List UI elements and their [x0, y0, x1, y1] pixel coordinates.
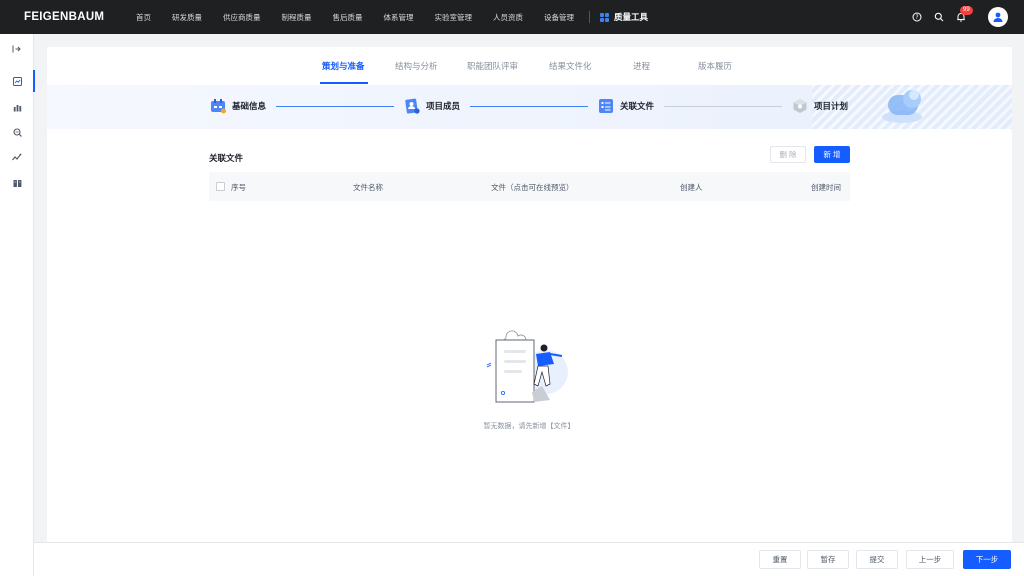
section-title-related-files: 关联文件 [209, 153, 244, 163]
files-table-header: 序号 文件名称 文件（点击可在线预览） 创建人 创建时间 [209, 172, 850, 201]
step-label-basic-info: 基础信息 [232, 101, 267, 111]
tab-structure-analysis[interactable]: 结构与分析 [395, 60, 438, 72]
nav-item-home[interactable]: 首页 [136, 12, 151, 23]
tab-planning-preparation[interactable]: 策划与准备 [322, 60, 365, 72]
step-progress-bar: 基础信息 项目成员 关联文件 项目计划 [47, 85, 1012, 129]
nav-item-rd-quality[interactable]: 研发质量 [172, 12, 202, 23]
column-header-created-time: 创建时间 [811, 183, 841, 192]
tab-team-review[interactable]: 职能团队评审 [467, 60, 518, 72]
sidebar-item-documents[interactable] [0, 172, 34, 194]
column-header-index: 序号 [231, 183, 246, 192]
app-logo[interactable]: FEIGENBAUM [24, 11, 136, 23]
nav-item-system-management[interactable]: 体系管理 [384, 12, 414, 23]
project-members-icon [405, 98, 420, 114]
nav-divider [589, 11, 590, 23]
tab-result-documentation[interactable]: 结果文件化 [549, 60, 592, 72]
main-nav: 首页 研发质量 供应商质量 制程质量 售后质量 体系管理 实验室管理 人员资质 … [136, 0, 648, 34]
nav-item-supplier-quality[interactable]: 供应商质量 [223, 12, 261, 23]
previous-step-button[interactable]: 上一步 [906, 550, 954, 569]
user-avatar[interactable] [988, 7, 1008, 27]
sidebar-item-trend[interactable] [0, 146, 34, 168]
step-project-plan[interactable]: 项目计划 [792, 98, 848, 114]
step-connector-1 [276, 106, 394, 107]
nav-item-quality-tools[interactable]: 质量工具 [600, 11, 648, 23]
nav-item-personnel-qualification[interactable]: 人员资质 [493, 12, 523, 23]
tab-bar: 策划与准备 结构与分析 职能团队评审 结果文件化 进程 版本履历 [47, 47, 1012, 85]
column-header-file-name: 文件名称 [353, 183, 383, 192]
sidebar-item-analysis[interactable] [0, 121, 34, 143]
step-basic-info[interactable]: 基础信息 [210, 98, 266, 114]
delete-button[interactable]: 删 除 [770, 146, 806, 163]
tab-progress[interactable]: 进程 [633, 60, 650, 72]
reset-button[interactable]: 重置 [759, 550, 801, 569]
grid-icon [600, 12, 609, 22]
nav-item-aftersales-quality[interactable]: 售后质量 [333, 12, 363, 23]
sidebar-item-chart[interactable] [0, 70, 35, 92]
step-related-files[interactable]: 关联文件 [598, 98, 654, 114]
step-label-project-plan: 项目计划 [814, 101, 849, 111]
top-navbar: FEIGENBAUM 首页 研发质量 供应商质量 制程质量 售后质量 体系管理 … [0, 0, 1024, 34]
step-label-project-members: 项目成员 [426, 101, 461, 111]
nav-item-process-quality[interactable]: 制程质量 [282, 12, 312, 23]
step-connector-3 [664, 106, 782, 107]
tab-version-history[interactable]: 版本履历 [698, 60, 732, 72]
basic-info-icon [211, 99, 226, 114]
bell-icon[interactable]: 99 [955, 5, 973, 23]
column-header-file-preview: 文件（点击可在线预览） [491, 183, 574, 192]
nav-item-equipment-management[interactable]: 设备管理 [544, 12, 574, 23]
save-draft-button[interactable]: 暂存 [807, 550, 849, 569]
active-tab-indicator [320, 82, 368, 84]
header-decoration-icon [882, 90, 922, 123]
nav-item-quality-tools-label: 质量工具 [614, 12, 649, 22]
step-connector-2 [470, 106, 588, 107]
add-file-button[interactable]: 新 增 [814, 146, 850, 163]
sidebar-collapse-toggle[interactable] [0, 38, 34, 60]
help-icon[interactable]: ? [911, 12, 922, 23]
next-step-button[interactable]: 下一步 [963, 550, 1011, 569]
notification-badge: 99 [960, 5, 973, 15]
left-sidebar [0, 34, 35, 576]
empty-state-illustration [486, 330, 568, 403]
nav-item-lab-management[interactable]: 实验室管理 [435, 12, 473, 23]
empty-state-text: 暂无数据，请先新增【文件】 [483, 423, 575, 430]
project-plan-icon [793, 99, 807, 113]
top-right-actions: ? 99 [900, 0, 1008, 34]
main-card: 策划与准备 结构与分析 职能团队评审 结果文件化 进程 版本履历 基础信息 项目… [47, 47, 1012, 544]
submit-button[interactable]: 提交 [856, 550, 898, 569]
footer-action-bar: 重置 暂存 提交 上一步 下一步 [34, 542, 1024, 576]
search-icon[interactable] [933, 12, 944, 23]
select-all-checkbox[interactable] [216, 182, 225, 191]
column-header-creator: 创建人 [680, 183, 703, 192]
step-project-members[interactable]: 项目成员 [404, 98, 460, 114]
sidebar-item-bar-chart[interactable] [0, 96, 34, 118]
step-label-related-files: 关联文件 [620, 101, 655, 111]
svg-text:?: ? [915, 14, 918, 21]
related-files-icon [599, 99, 613, 113]
